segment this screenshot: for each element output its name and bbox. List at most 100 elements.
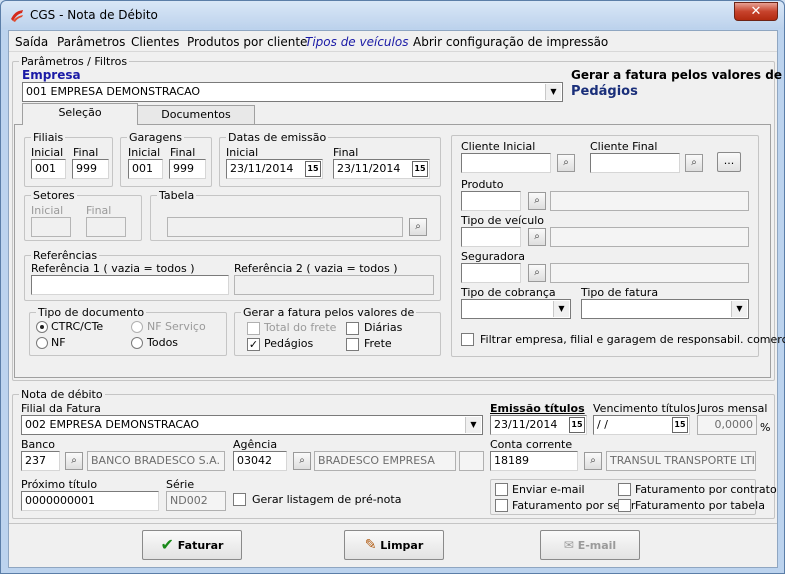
ellipsis-button[interactable]: ... xyxy=(717,152,741,172)
menu-clientes[interactable]: Clientes xyxy=(131,35,179,49)
produto-search-icon[interactable]: ⌕ xyxy=(528,192,546,210)
chevron-down-icon[interactable]: ▼ xyxy=(465,417,481,433)
tab-documentos[interactable]: Documentos xyxy=(137,105,255,125)
ctrc-radio[interactable] xyxy=(36,321,48,333)
chevron-down-icon[interactable]: ▼ xyxy=(731,301,747,317)
data-final-value: 23/11/2014 xyxy=(337,162,401,175)
tipo-veiculo-search-icon[interactable]: ⌕ xyxy=(528,228,546,246)
data-inicial-input[interactable]: 23/11/2014 15 xyxy=(226,159,323,179)
conta-search-icon[interactable]: ⌕ xyxy=(584,452,602,470)
gerar-listagem-checkbox[interactable] xyxy=(233,493,246,506)
vencimento-input[interactable]: / / 15 xyxy=(593,415,690,435)
email-label: E-mail xyxy=(577,539,617,552)
fat-contrato-checkbox[interactable] xyxy=(618,483,631,496)
tabela-search-icon[interactable]: ⌕ xyxy=(409,218,427,236)
email-button: ✉ E-mail xyxy=(540,530,640,560)
frete-checkbox[interactable] xyxy=(346,338,359,351)
todos-radio[interactable] xyxy=(131,337,143,349)
data-final-input[interactable]: 23/11/2014 15 xyxy=(333,159,430,179)
garagens-final-input[interactable]: 999 xyxy=(169,159,206,179)
enviar-email-checkbox[interactable] xyxy=(495,483,508,496)
fat-setor-checkbox[interactable] xyxy=(495,499,508,512)
menu-produtos-por-cliente[interactable]: Produtos por cliente xyxy=(187,35,307,49)
chevron-down-icon[interactable]: ▼ xyxy=(545,84,561,100)
setores-inicial-input xyxy=(31,217,71,237)
produto-label: Produto xyxy=(461,178,504,191)
total-frete-label: Total do frete xyxy=(264,321,337,334)
datas-title: Datas de emissão xyxy=(226,131,329,144)
tipo-cobranca-label: Tipo de cobrança xyxy=(461,286,556,299)
calendar-icon[interactable]: 15 xyxy=(569,417,585,433)
emissao-input[interactable]: 23/11/2014 15 xyxy=(490,415,587,435)
tipo-cobranca-select[interactable]: ▼ xyxy=(461,299,571,319)
chevron-down-icon[interactable]: ▼ xyxy=(553,301,569,317)
bottom-divider xyxy=(9,523,777,524)
calendar-icon[interactable]: 15 xyxy=(672,417,688,433)
diarias-checkbox[interactable] xyxy=(346,322,359,335)
proximo-titulo-label: Próximo título xyxy=(21,478,98,491)
tab-selecao[interactable]: Seleção xyxy=(22,103,138,125)
menu-abrir-configuracao-impressao[interactable]: Abrir configuração de impressão xyxy=(413,35,608,49)
tipo-fatura-select[interactable]: ▼ xyxy=(581,299,749,319)
fatura-header-label: Gerar a fatura pelos valores de xyxy=(571,68,782,82)
menu-saida[interactable]: Saída xyxy=(15,35,48,49)
banco-code-input[interactable]: 237 xyxy=(21,451,60,471)
agencia-label: Agência xyxy=(233,438,278,451)
proximo-titulo-input[interactable]: 0000000001 xyxy=(21,491,159,511)
vencimento-value: / / xyxy=(597,418,608,431)
title-bar[interactable]: CGS - Nota de Débito ✕ xyxy=(1,1,784,29)
filtrar-checkbox[interactable] xyxy=(461,333,474,346)
setores-inicial-label: Inicial xyxy=(31,204,64,217)
banco-search-icon[interactable]: ⌕ xyxy=(65,452,83,470)
empresa-select[interactable]: 001 EMPRESA DEMONSTRACAO ▼ xyxy=(22,82,563,102)
close-button[interactable]: ✕ xyxy=(734,2,778,21)
faturar-label: Faturar xyxy=(177,539,224,552)
conta-label: Conta corrente xyxy=(490,438,573,451)
ref1-input[interactable] xyxy=(31,275,229,295)
nf-radio[interactable] xyxy=(36,337,48,349)
limpar-label: Limpar xyxy=(380,539,424,552)
calendar-icon[interactable]: 15 xyxy=(305,161,321,177)
pedagios-checkbox[interactable]: ✓ xyxy=(247,338,260,351)
frete-label: Frete xyxy=(364,337,392,350)
filial-fatura-value: 002 EMPRESA DEMONSTRACAO xyxy=(25,418,200,431)
vencimento-label: Vencimento títulos xyxy=(593,402,696,415)
juros-pct: % xyxy=(760,421,771,434)
ref1-label: Referência 1 ( vazia = todos ) xyxy=(31,262,195,275)
data-inicial-value: 23/11/2014 xyxy=(230,162,294,175)
ref2-label: Referência 2 ( vazia = todos ) xyxy=(234,262,398,275)
cliente-inicial-search-icon[interactable]: ⌕ xyxy=(557,154,575,172)
seguradora-input[interactable] xyxy=(461,263,521,283)
tipo-veiculo-input[interactable] xyxy=(461,227,521,247)
faturar-button[interactable]: ✔ Faturar xyxy=(142,530,242,560)
fat-tabela-checkbox[interactable] xyxy=(618,499,631,512)
produto-input[interactable] xyxy=(461,191,521,211)
pedagios-label: Pedágios xyxy=(264,337,314,350)
menu-bar: Saída Parâmetros Clientes Produtos por c… xyxy=(9,31,777,52)
fat-contrato-label: Faturamento por contrato xyxy=(635,483,777,496)
cliente-inicial-input[interactable] xyxy=(461,153,551,173)
filiais-final-input[interactable]: 999 xyxy=(72,159,109,179)
seguradora-search-icon[interactable]: ⌕ xyxy=(528,264,546,282)
menu-parametros[interactable]: Parâmetros xyxy=(57,35,125,49)
garagens-inicial-input[interactable]: 001 xyxy=(128,159,163,179)
agencia-code-input[interactable]: 03042 xyxy=(233,451,287,471)
garagens-final-label: Final xyxy=(170,146,196,159)
calendar-icon[interactable]: 15 xyxy=(412,161,428,177)
fat-setor-label: Faturamento por setor xyxy=(512,499,636,512)
banco-label: Banco xyxy=(21,438,56,451)
filiais-inicial-input[interactable]: 001 xyxy=(31,159,66,179)
cliente-final-input[interactable] xyxy=(590,153,680,173)
gerar-fatura-title: Gerar a fatura pelos valores de xyxy=(241,306,417,319)
agencia-search-icon[interactable]: ⌕ xyxy=(293,452,311,470)
nfservico-label: NF Serviço xyxy=(147,320,206,333)
conta-code-input[interactable]: 18189 xyxy=(490,451,578,471)
limpar-button[interactable]: ✎ Limpar xyxy=(344,530,444,560)
conta-name-field: TRANSUL TRANSPORTE LTI xyxy=(606,451,756,471)
datas-inicial-label: Inicial xyxy=(226,146,259,159)
cliente-final-search-icon[interactable]: ⌕ xyxy=(685,154,703,172)
filtrar-label: Filtrar empresa, filial e garagem de res… xyxy=(480,333,785,346)
menu-tipos-de-veiculos[interactable]: Tipos de veículos xyxy=(305,35,408,49)
filial-fatura-select[interactable]: 002 EMPRESA DEMONSTRACAO ▼ xyxy=(21,415,483,435)
envelope-icon: ✉ xyxy=(563,538,574,552)
